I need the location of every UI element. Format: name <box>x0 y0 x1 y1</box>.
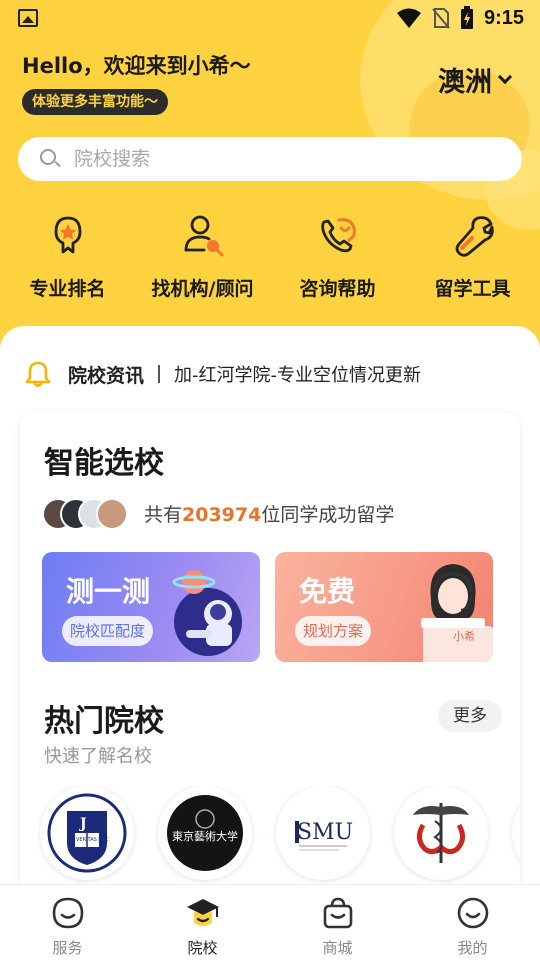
yale-logo[interactable]: J VERITAS LUX <box>40 786 134 880</box>
tab-label: 院校 <box>187 939 218 957</box>
quick-nav-label: 咨询帮助 <box>299 278 376 300</box>
tab-store[interactable]: 商城 <box>270 885 405 960</box>
profile-smile-icon <box>457 897 488 929</box>
quick-nav-label: 专业排名 <box>29 278 106 300</box>
user-search-icon <box>184 215 223 257</box>
partial-logo[interactable] <box>512 786 520 880</box>
bottom-nav: 服务 院校 商城 我的 <box>0 884 540 960</box>
search-input[interactable] <box>74 148 474 170</box>
search-bar[interactable] <box>18 137 522 181</box>
tab-label: 商城 <box>322 939 353 957</box>
tab-label: 服务 <box>52 939 83 957</box>
tokyo-arts-logo[interactable]: 東京藝術大学 <box>158 786 252 880</box>
feature-pill[interactable]: 体验更多丰富功能～ <box>22 89 168 115</box>
news-ticker[interactable]: 院校资讯 加-红河学院-专业空位情况更新 <box>24 360 421 388</box>
student-avatars <box>42 498 132 530</box>
logo-text: 東京藝術大学 <box>172 829 238 843</box>
hot-schools-subtitle: 快速了解名校 <box>44 746 152 767</box>
news-headline[interactable]: 加-红河学院-专业空位情况更新 <box>174 361 421 387</box>
tab-schools[interactable]: 院校 <box>135 885 270 960</box>
tab-profile[interactable]: 我的 <box>405 885 540 960</box>
main-content: 院校资讯 加-红河学院-专业空位情况更新 智能选校 共有203974位同学成功留… <box>0 326 540 892</box>
status-bar: 9:15 <box>0 0 540 36</box>
quick-nav-label: 留学工具 <box>434 278 511 300</box>
shopping-bag-icon <box>323 897 352 929</box>
quick-nav-study-tools[interactable]: 留学工具 <box>405 210 540 310</box>
promo-title: 测一测 <box>66 575 151 608</box>
region-label: 澳洲 <box>438 67 492 98</box>
bell-icon <box>25 361 51 387</box>
success-stat: 共有203974位同学成功留学 <box>144 500 394 527</box>
status-time: 9:15 <box>483 6 524 29</box>
stat-prefix: 共有 <box>144 504 183 526</box>
smart-select-title: 智能选校 <box>44 446 164 481</box>
advisor-headset-illustration <box>421 564 493 662</box>
quick-nav-major-ranking[interactable]: 专业排名 <box>0 210 135 310</box>
logo-text: SMU <box>297 820 353 845</box>
stat-number: 203974 <box>182 504 262 526</box>
no-sim-icon <box>432 8 450 29</box>
promo-title: 免费 <box>299 575 356 608</box>
more-button[interactable]: 更多 <box>438 700 502 732</box>
promo-free-plan[interactable]: 免费 规划方案 小希 <box>275 552 493 662</box>
news-divider <box>158 365 161 383</box>
promo-button[interactable]: 院校匹配度 <box>62 616 154 646</box>
smile-bubble-icon <box>52 897 83 929</box>
tab-label: 我的 <box>457 939 488 957</box>
graduation-cap-icon <box>186 899 219 926</box>
news-title: 院校资讯 <box>68 364 145 387</box>
stat-suffix: 位同学成功留学 <box>261 504 395 526</box>
logo-text: VERITAS LUX <box>76 837 109 843</box>
svg-text:J: J <box>78 816 87 832</box>
wrench-icon <box>455 216 494 257</box>
promo-match-test[interactable]: 测一测 院校匹配度 <box>42 552 260 662</box>
chevron-down-icon <box>497 69 513 84</box>
promo-button[interactable]: 规划方案 <box>295 616 372 646</box>
tab-service[interactable]: 服务 <box>0 885 135 960</box>
search-icon <box>40 149 61 169</box>
region-selector[interactable]: 澳洲 <box>438 60 513 99</box>
greeting-text: Hello，欢迎来到小希～ <box>22 54 251 78</box>
advisor-name-tag: 小希 <box>453 630 475 643</box>
avatar <box>96 498 128 530</box>
astronaut-planet-illustration <box>172 570 242 656</box>
quick-nav-find-advisor[interactable]: 找机构/顾问 <box>135 210 270 310</box>
image-icon <box>18 9 38 27</box>
quick-nav: 专业排名 找机构/顾问 咨询帮助 留学工具 <box>0 210 540 310</box>
caduceus-logo[interactable] <box>394 786 488 880</box>
smart-select-card: 智能选校 共有203974位同学成功留学 测一测 院校匹配度 免费 规划方案 小… <box>20 412 520 892</box>
school-logo-row: J VERITAS LUX 東京藝術大学 SMU <box>38 786 520 886</box>
hot-schools-title: 热门院校 <box>44 704 164 739</box>
wifi-icon <box>396 8 421 28</box>
smu-logo[interactable]: SMU <box>276 786 370 880</box>
ribbon-badge-icon <box>54 216 81 254</box>
phone-chat-icon <box>320 218 356 253</box>
quick-nav-label: 找机构/顾问 <box>151 278 254 300</box>
battery-charging-icon <box>460 6 473 29</box>
quick-nav-consult-help[interactable]: 咨询帮助 <box>270 210 405 310</box>
